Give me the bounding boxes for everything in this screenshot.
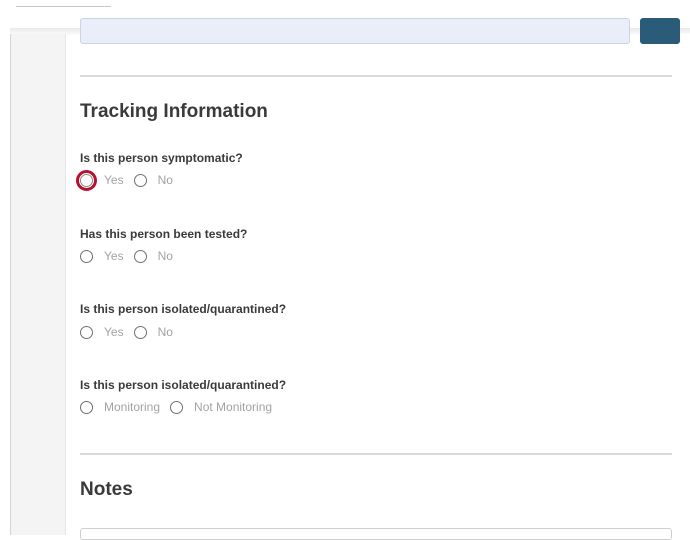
radio-button-isolated-no[interactable] [133,325,147,339]
radio-button-symptomatic-yes[interactable] [76,169,97,191]
window-right-margin [672,34,690,535]
question-isolated: Is this person isolated/quarantined? [80,302,287,316]
radio-button-not-monitoring[interactable] [170,400,184,414]
notes-textarea[interactable] [80,528,672,540]
radio-label: No [157,325,173,339]
radio-group-tested: Yes No [80,248,183,264]
radio-option-tested-no[interactable]: No [133,249,173,263]
radio-option-monitoring[interactable]: Monitoring [80,400,160,414]
radio-option-tested-yes[interactable]: Yes [80,249,124,263]
notes-section-title: Notes [80,479,133,500]
radio-label: Monitoring [104,400,161,414]
question-monitoring: Is this person isolated/quarantined? [80,378,287,392]
radio-label: Yes [104,325,124,339]
section-divider [80,453,672,455]
radio-option-symptomatic-no[interactable]: No [133,173,173,187]
radio-label: No [157,249,173,263]
radio-option-symptomatic-yes[interactable]: Yes [76,169,124,191]
radio-group-monitoring: Monitoring Not Monitoring [80,399,282,415]
radio-group-symptomatic: Yes No [76,169,183,191]
radio-button-monitoring[interactable] [80,400,93,414]
previous-section-button[interactable] [640,18,680,44]
radio-label: Yes [104,173,124,187]
radio-button-isolated-yes[interactable] [80,325,93,339]
radio-group-isolated: Yes No [80,324,183,340]
radio-label: Not Monitoring [194,400,273,414]
radio-button-tested-yes[interactable] [80,249,93,263]
radio-button-symptomatic-no[interactable] [133,173,147,187]
form-content: Tracking Information Is this person symp… [66,0,680,540]
radio-label: No [157,173,173,187]
radio-option-isolated-yes[interactable]: Yes [80,325,124,339]
radio-label: Yes [104,249,124,263]
left-sidebar-gutter [11,34,66,535]
radio-option-not-monitoring[interactable]: Not Monitoring [170,400,272,414]
tracking-section-title: Tracking Information [80,101,268,122]
question-tested: Has this person been tested? [80,227,248,241]
section-divider [80,75,672,77]
radio-option-isolated-no[interactable]: No [133,325,173,339]
question-symptomatic: Is this person symptomatic? [80,151,243,165]
radio-button-tested-no[interactable] [133,249,147,263]
previous-section-input[interactable] [80,18,630,44]
